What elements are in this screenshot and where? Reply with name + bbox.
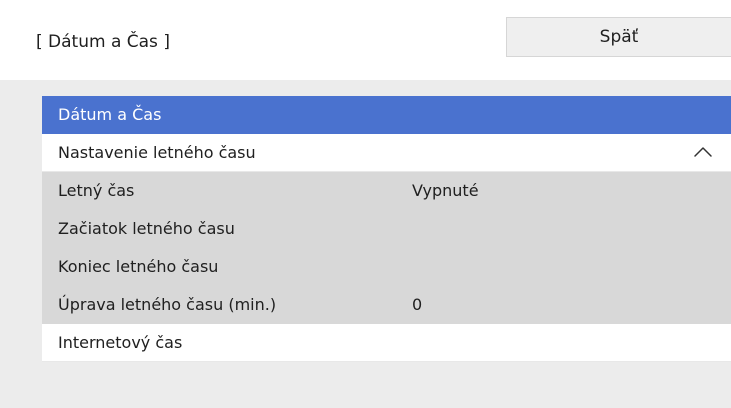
menu-item-value: Vypnuté (412, 181, 479, 200)
back-button[interactable]: Späť (506, 17, 731, 57)
menu-item-label: Letný čas (58, 181, 135, 200)
menu-item-label: Nastavenie letného času (58, 143, 256, 162)
menu-item-label: Koniec letného času (58, 257, 219, 276)
menu-item-dst-adjustment[interactable]: Úprava letného času (min.) 0 (42, 286, 731, 324)
menu-item-internet-time[interactable]: Internetový čas (42, 324, 731, 362)
footer-strip (42, 390, 731, 408)
menu-item-value: 0 (412, 295, 423, 314)
menu-item-label: Internetový čas (58, 333, 183, 352)
page-title: [ Dátum a Čas ] (36, 32, 170, 52)
settings-menu: Dátum a Čas Nastavenie letného času Letn… (42, 96, 731, 362)
menu-item-label: Začiatok letného času (58, 219, 235, 238)
header: [ Dátum a Čas ] Späť (0, 0, 731, 80)
menu-item-label: Dátum a Čas (58, 105, 162, 124)
date-time-settings-screen: [ Dátum a Čas ] Späť Dátum a Čas Nastave… (0, 0, 731, 408)
menu-item-daylight-saving-time[interactable]: Letný čas Vypnuté (42, 172, 731, 210)
menu-item-daylight-saving-settings[interactable]: Nastavenie letného času (42, 134, 731, 172)
menu-item-date-time[interactable]: Dátum a Čas (42, 96, 731, 134)
menu-item-label: Úprava letného času (min.) (58, 295, 277, 314)
chevron-up-icon (693, 146, 713, 158)
menu-item-dst-start[interactable]: Začiatok letného času (42, 210, 731, 248)
menu-item-dst-end[interactable]: Koniec letného času (42, 248, 731, 286)
